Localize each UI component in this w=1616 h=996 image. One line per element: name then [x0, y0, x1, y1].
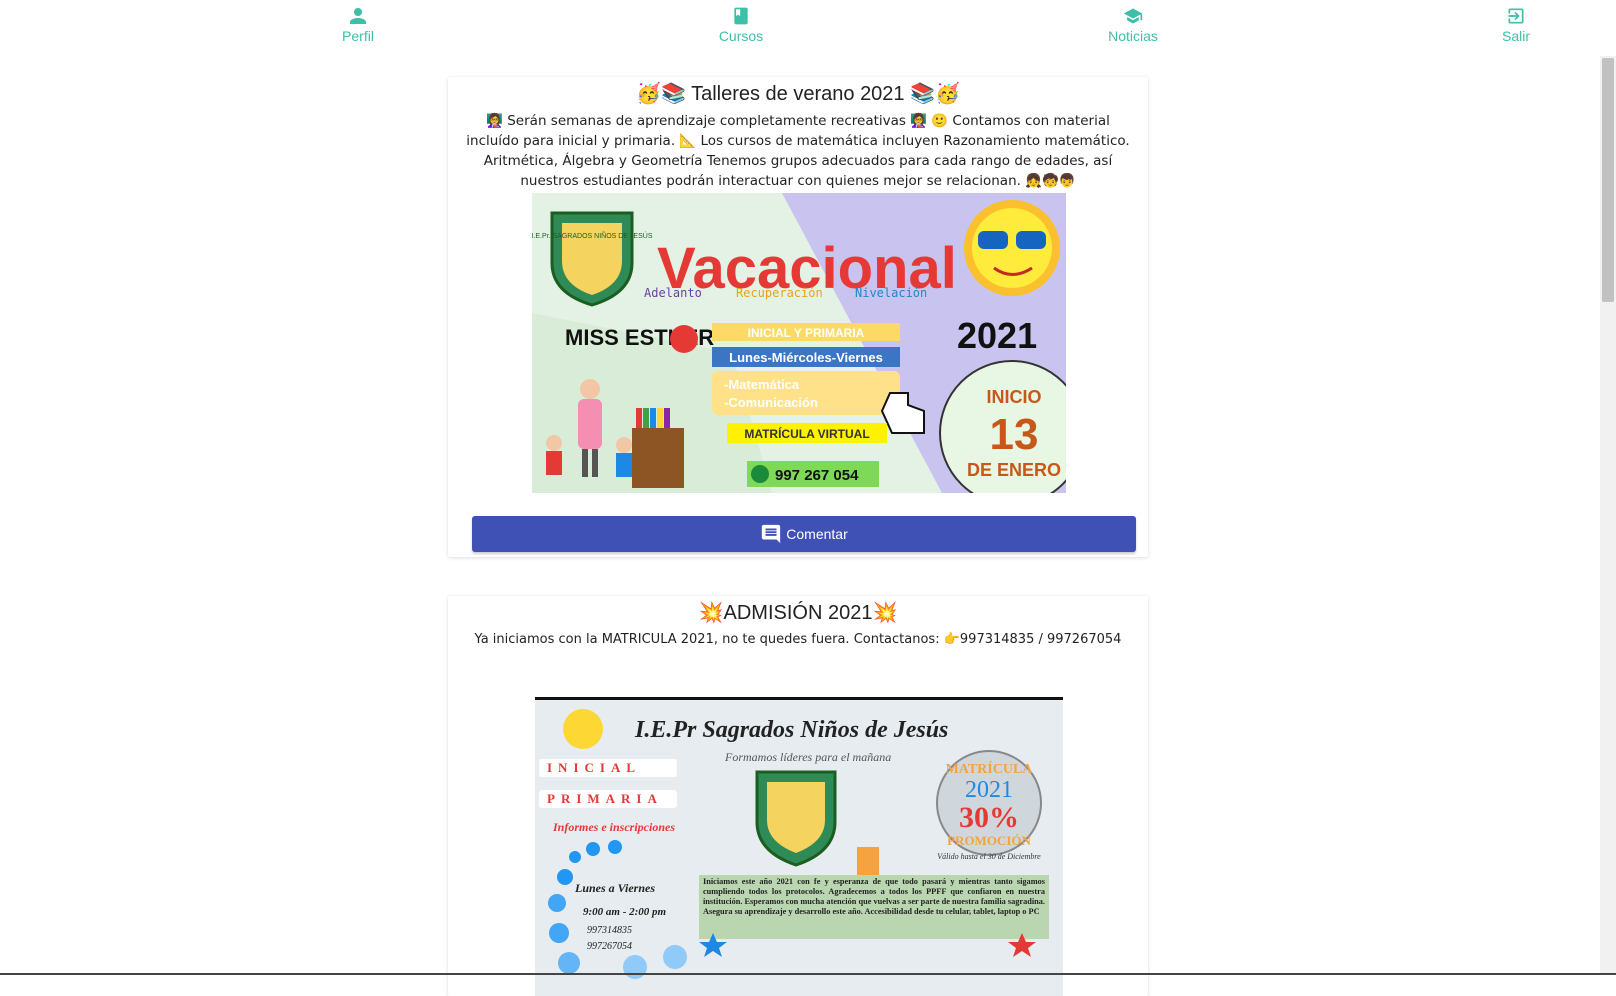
promo-label: PROMOCIÓN — [947, 833, 1031, 848]
poster-start-label: INICIO — [986, 387, 1041, 407]
poster-hours: 9:00 am - 2:00 pm — [583, 906, 667, 918]
poster-subject-1: -Matemática — [724, 377, 800, 392]
poster-level: INICIAL Y PRIMARIA — [748, 326, 865, 340]
graduation-cap-icon — [1123, 8, 1143, 24]
poster-start-day: 13 — [990, 410, 1039, 459]
poster-start-month: DE ENERO — [967, 460, 1061, 480]
poster-phone-1: 997314835 — [587, 925, 632, 936]
poster-school-name: I.E.Pr Sagrados Niños de Jesús — [634, 717, 948, 743]
nav-noticias[interactable]: Noticias — [1073, 6, 1193, 44]
whatsapp-icon — [751, 465, 769, 483]
nav-cursos-label: Cursos — [718, 28, 764, 44]
apple-icon — [670, 325, 698, 353]
post-body: 👩‍🏫 Serán semanas de aprendizaje complet… — [466, 113, 1130, 189]
poster-phone-2: 997267054 — [587, 941, 632, 952]
poster-motto: Formamos líderes para el mañana — [724, 750, 891, 764]
nav-salir[interactable]: Salir — [1456, 6, 1576, 44]
poster-tag-recuperacion: Recuperación — [736, 286, 823, 300]
poster-year: 2021 — [957, 315, 1037, 356]
poster-info-label: Informes e inscripciones — [552, 820, 675, 834]
book-icon — [734, 7, 748, 25]
crest-text: I.E.Pr. SAGRADOS NIÑOS DE JESÚS — [532, 231, 653, 240]
poster-tag-adelanto: Adelanto — [644, 286, 702, 300]
poster-paragraph: Iniciamos este año 2021 con fe y esperan… — [699, 875, 1049, 939]
sun-with-sunglasses-image — [964, 200, 1060, 296]
promo-percent: 30% — [959, 801, 1019, 834]
exit-icon — [1508, 8, 1524, 24]
nav-salir-label: Salir — [1501, 28, 1530, 44]
poster-level-primaria: PRIMARIA — [547, 791, 663, 806]
poster-enrollment: MATRÍCULA VIRTUAL — [744, 426, 869, 441]
nav-noticias-label: Noticias — [1108, 28, 1158, 44]
sun-icon — [563, 709, 603, 749]
school-crest-logo — [755, 770, 837, 867]
poster-subject-2: -Comunicación — [724, 395, 818, 410]
promo-year: 2021 — [965, 777, 1013, 803]
news-post-admision: 💥ADMISIÓN 2021💥 Ya iniciamos con la MATR… — [448, 596, 1148, 996]
poster-days: Lunes a Viernes — [574, 881, 655, 895]
poster-phone: 997 267 054 — [775, 467, 859, 484]
post-body: Ya iniciamos con la MATRICULA 2021, no t… — [474, 632, 1122, 647]
news-post-talleres: 🥳📚 Talleres de verano 2021 📚🥳 👩‍🏫 Serán … — [448, 77, 1148, 557]
nav-perfil[interactable]: Perfil — [298, 6, 418, 44]
comment-icon — [762, 524, 781, 544]
promo-top: MATRÍCULA — [946, 760, 1034, 777]
poster-level-inicial: INICIAL — [547, 760, 641, 775]
nav-cursos[interactable]: Cursos — [681, 6, 801, 44]
poster-days: Lunes-Miércoles-Viernes — [729, 350, 883, 365]
top-navigation: Perfil Cursos Noticias Salir — [0, 0, 1600, 56]
nav-perfil-label: Perfil — [342, 28, 374, 44]
promo-valid: Válido hasta el 30 de Diciembre — [937, 852, 1041, 861]
comment-button[interactable]: Comentar — [472, 516, 1136, 552]
post-image-admision: I.E.Pr Sagrados Niños de Jesús Formamos … — [535, 697, 1063, 996]
scrollbar-thumb[interactable] — [1602, 58, 1614, 302]
post-title: 💥ADMISIÓN 2021💥 — [698, 602, 898, 624]
comment-button-label: Comentar — [786, 526, 848, 542]
post-title: 🥳📚 Talleres de verano 2021 📚🥳 — [636, 83, 960, 105]
person-icon — [350, 8, 366, 24]
poster-tag-nivelacion: Nivelación — [855, 286, 927, 300]
post-image-vacacional: I.E.Pr. SAGRADOS NIÑOS DE JESÚS Vacacion… — [532, 193, 1066, 493]
